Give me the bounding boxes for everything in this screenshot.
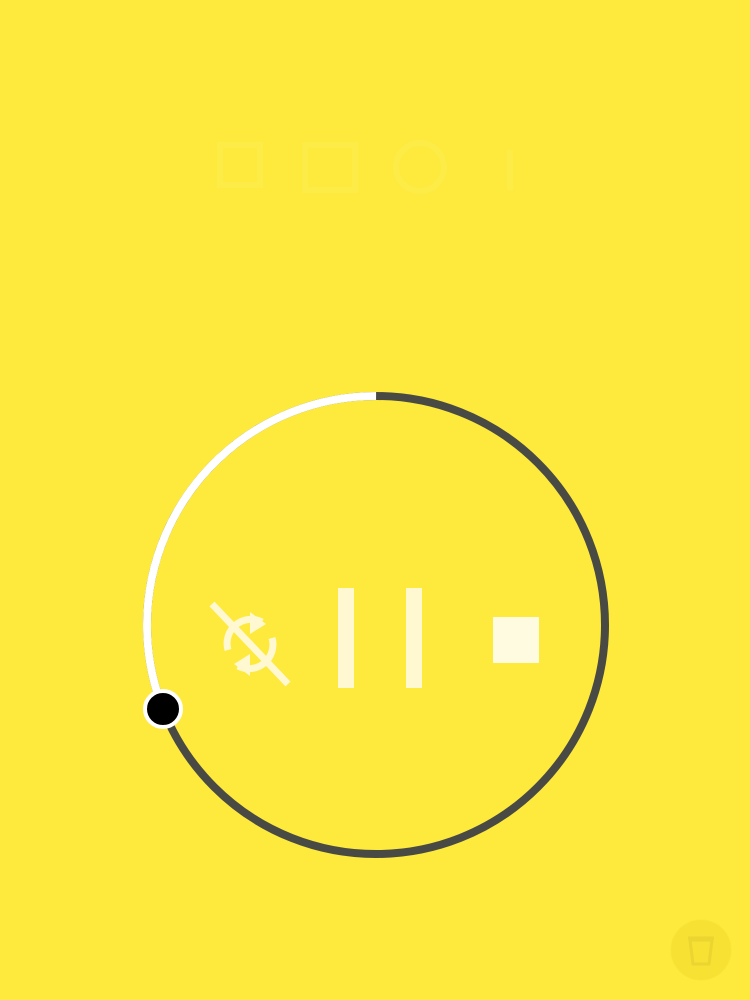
- ghost-icon-row: [217, 140, 513, 194]
- playback-controls: [200, 580, 550, 695]
- stop-icon: [493, 617, 539, 663]
- pause-icon: [338, 588, 422, 688]
- cup-icon: [688, 936, 714, 966]
- pause-button[interactable]: [332, 584, 428, 690]
- repeat-off-icon: [209, 601, 291, 687]
- cup-fab-button[interactable]: [671, 920, 731, 980]
- stop-button[interactable]: [490, 614, 542, 666]
- loop-toggle-button[interactable]: [204, 598, 296, 690]
- timer-screen: [0, 0, 750, 1000]
- footer-faint-links: [0, 984, 750, 1000]
